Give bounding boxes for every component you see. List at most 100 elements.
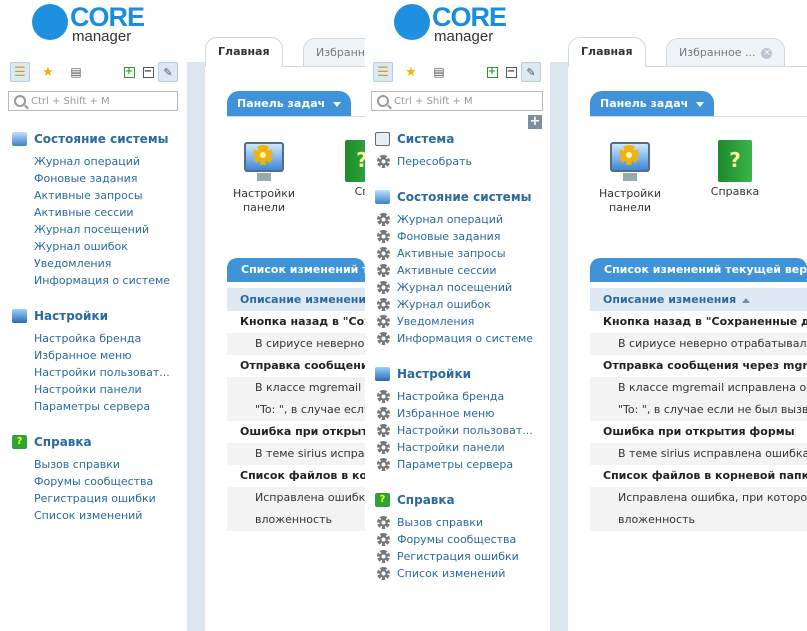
nav-group-system: Система Пересобрать: [375, 130, 472, 170]
nav-item[interactable]: Активные сессии: [375, 262, 533, 279]
nav-item[interactable]: Настройки пользоват...: [12, 364, 170, 381]
pin-button[interactable]: ✎: [521, 62, 541, 82]
table-row[interactable]: вложенность: [590, 509, 807, 531]
table-row[interactable]: Кнопка назад в "Сохра: [227, 311, 365, 333]
search-input[interactable]: [394, 93, 534, 109]
nav-item[interactable]: Активные запросы: [12, 187, 170, 204]
nav-group-status: Состояние системы Журнал операций Фоновы…: [12, 130, 170, 289]
column-header[interactable]: Описание изменения: [227, 288, 365, 311]
nav-item[interactable]: Вызов справки: [375, 514, 519, 531]
nav-item[interactable]: Активные запросы: [375, 245, 533, 262]
nav-item[interactable]: Настройка бренда: [375, 388, 533, 405]
table-row[interactable]: вложенность: [227, 509, 365, 531]
tree-view-button[interactable]: ☰: [373, 62, 393, 82]
column-header[interactable]: Описание изменения: [590, 288, 807, 311]
nav-item[interactable]: Журнал ошибок: [375, 296, 533, 313]
search-input[interactable]: [31, 93, 171, 109]
table-row[interactable]: Кнопка назад в "Сохраненные данны: [590, 311, 807, 333]
nav-item[interactable]: Настройки пользоват...: [375, 422, 533, 439]
nav-item[interactable]: Избранное меню: [12, 347, 170, 364]
nav-item[interactable]: Избранное меню: [375, 405, 533, 422]
tab-home[interactable]: Главная: [568, 37, 646, 67]
tab-home[interactable]: Главная: [205, 37, 283, 67]
nav-item[interactable]: Регистрация ошибки: [375, 548, 519, 565]
table-row[interactable]: "To: ", в случае если не был вызван: [590, 399, 807, 421]
nav-item[interactable]: Параметры сервера: [375, 456, 533, 473]
nav-group-title[interactable]: Система: [375, 130, 472, 148]
table-row[interactable]: В теме sirius исправ: [227, 443, 365, 465]
nav-group-title[interactable]: ? Справка: [12, 433, 156, 451]
table-row[interactable]: Отправка сообщения через mgrema: [590, 355, 807, 377]
table-row[interactable]: В сириусе неверно о: [227, 333, 365, 355]
nav-toolbar: ☰ ★ ▤ + − ✎: [8, 62, 188, 84]
table-row[interactable]: Исправлена ошибка, при которой в с: [590, 487, 807, 509]
close-icon[interactable]: ×: [761, 47, 773, 59]
nav-group-title[interactable]: ? Справка: [375, 491, 519, 509]
tab-favorites[interactable]: Избранное: [303, 38, 365, 66]
nav-item[interactable]: Вызов справки: [12, 456, 156, 473]
menu-search[interactable]: [8, 91, 178, 111]
pin-button[interactable]: ✎: [158, 62, 178, 82]
nav-item[interactable]: Информация о системе: [12, 272, 170, 289]
nav-item[interactable]: Фоновые задания: [375, 228, 533, 245]
tile-help[interactable]: Сп: [322, 140, 365, 199]
nav-item[interactable]: Список изменений: [12, 507, 156, 524]
nav-item[interactable]: Уведомления: [375, 313, 533, 330]
tile-settings-panel[interactable]: Настройки панели: [224, 140, 304, 215]
nav-group-title[interactable]: Настройки: [12, 307, 170, 325]
table-row[interactable]: "To: ", в случае если: [227, 399, 365, 421]
table-row[interactable]: В классе mgremail исправлена ошибк: [590, 377, 807, 399]
nav-item[interactable]: Журнал ошибок: [12, 238, 170, 255]
nav-item[interactable]: Активные сессии: [12, 204, 170, 221]
add-favorite-button[interactable]: +: [528, 115, 542, 129]
collapse-all-button[interactable]: −: [138, 62, 158, 82]
calculator-icon: [375, 132, 390, 146]
nav-item[interactable]: Список изменений: [375, 565, 519, 582]
table-row[interactable]: Исправлена ошибка,: [227, 487, 365, 509]
nav-group-title[interactable]: Состояние системы: [12, 130, 170, 148]
nav-item[interactable]: Пересобрать: [375, 153, 472, 170]
nav-item[interactable]: Регистрация ошибки: [12, 490, 156, 507]
chevron-down-icon: [333, 101, 342, 107]
nav-item[interactable]: Уведомления: [12, 255, 170, 272]
nav-group-title[interactable]: Настройки: [375, 365, 533, 383]
expand-all-button[interactable]: +: [119, 62, 139, 82]
table-row[interactable]: В теме sirius исправлена ошибка, из-: [590, 443, 807, 465]
help-icon: ?: [12, 435, 27, 449]
table-row[interactable]: Отправка сообщения: [227, 355, 365, 377]
expand-all-button[interactable]: +: [482, 62, 502, 82]
collapse-all-button[interactable]: −: [501, 62, 521, 82]
nav-item[interactable]: Форумы сообщества: [12, 473, 156, 490]
nav-group-title[interactable]: Состояние системы: [375, 188, 533, 206]
clipboard-button[interactable]: ▤: [66, 62, 86, 82]
taskbar-menu-button[interactable]: Панель задач: [590, 91, 715, 117]
nav-item[interactable]: Настройка бренда: [12, 330, 170, 347]
nav-item[interactable]: Параметры сервера: [12, 398, 170, 415]
tile-help[interactable]: Справка: [695, 140, 775, 199]
table-row[interactable]: Список файлов в корневой папке пр: [590, 465, 807, 487]
sidebar-splitter[interactable]: [187, 62, 205, 631]
nav-item[interactable]: Фоновые задания: [12, 170, 170, 187]
table-row[interactable]: Список файлов в корн: [227, 465, 365, 487]
clipboard-button[interactable]: ▤: [429, 62, 449, 82]
menu-search[interactable]: [371, 91, 543, 111]
table-row[interactable]: Ошибка при открытия: [227, 421, 365, 443]
nav-item[interactable]: Настройки панели: [12, 381, 170, 398]
nav-item[interactable]: Форумы сообщества: [375, 531, 519, 548]
tile-settings-panel[interactable]: Настройки панели: [590, 140, 670, 215]
nav-item[interactable]: Журнал посещений: [12, 221, 170, 238]
nav-item[interactable]: Информация о системе: [375, 330, 533, 347]
tab-favorites[interactable]: Избранное ... ×: [666, 38, 786, 66]
favorites-button[interactable]: ★: [401, 62, 421, 82]
favorites-button[interactable]: ★: [38, 62, 58, 82]
taskbar-menu-button[interactable]: Панель задач: [227, 91, 352, 117]
nav-item[interactable]: Журнал операций: [375, 211, 533, 228]
table-row[interactable]: В классе mgremail испр: [227, 377, 365, 399]
nav-item[interactable]: Журнал посещений: [375, 279, 533, 296]
sidebar-splitter[interactable]: [550, 62, 568, 631]
table-row[interactable]: Ошибка при открытия формы: [590, 421, 807, 443]
nav-item[interactable]: Настройки панели: [375, 439, 533, 456]
tree-view-button[interactable]: ☰: [10, 62, 30, 82]
table-row[interactable]: В сириусе неверно отрабатывала кн: [590, 333, 807, 355]
nav-item[interactable]: Журнал операций: [12, 153, 170, 170]
